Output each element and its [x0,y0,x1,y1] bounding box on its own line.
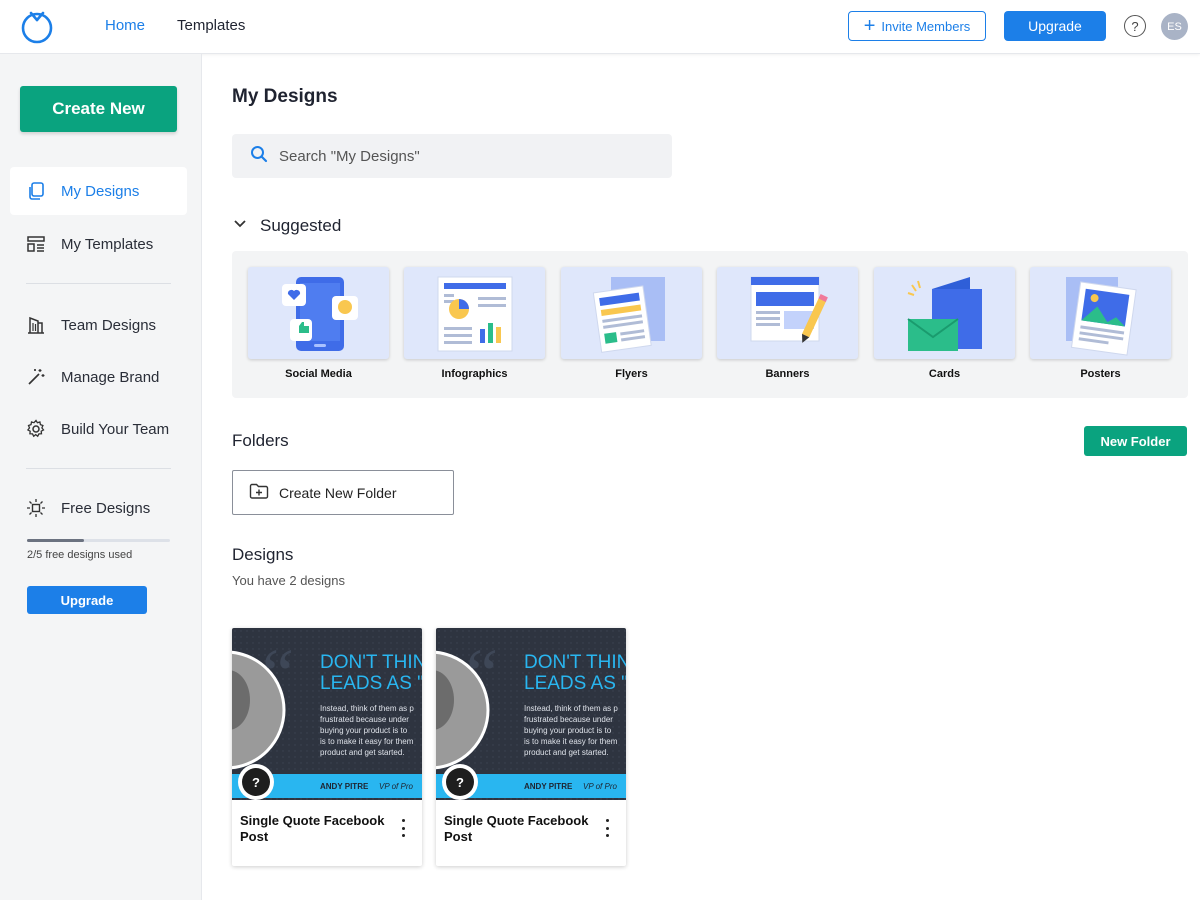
sidebar-item-free-designs[interactable]: Free Designs [10,484,187,532]
social-media-icon [248,267,389,359]
thumb-body: product and get started. [320,748,405,757]
top-bar: Home Templates + Invite Members Upgrade … [0,0,1200,54]
design-thumbnail: “ DON'T THINK O LEADS AS "LEA Instead, t… [436,628,626,800]
sidebar-item-my-designs[interactable]: My Designs [10,167,187,215]
thumb-headline: DON'T THINK O [320,652,422,673]
suggested-card-label: Social Media [285,368,352,380]
layout-icon [26,234,46,254]
suggested-panel: Social Media Infographics Flyers Banners… [232,251,1188,398]
thumb-body: Instead, think of them as p [320,704,414,713]
magic-wand-icon [26,367,46,387]
thumb-body: is to make it easy for them [524,737,618,746]
thumb-body: buying your product is to [524,726,612,735]
sun-icon [26,498,46,518]
thumb-role: VP of Pro [583,782,617,791]
help-icon[interactable]: ? [1124,15,1146,37]
suggested-card-label: Infographics [441,368,508,380]
thumb-body: Instead, think of them as p [524,704,618,713]
free-designs-progress [27,539,170,542]
create-new-folder-label: Create New Folder [279,484,397,501]
upgrade-button[interactable]: Upgrade [1004,11,1106,41]
suggested-card-cards[interactable]: Cards [874,267,1015,380]
free-designs-progress-fill [27,539,85,542]
infographics-icon [404,267,545,359]
page-title: My Designs [232,86,338,107]
thumb-headline: LEADS AS "LEA [524,673,626,694]
thumb-body: product and get started. [524,748,609,757]
thumb-body: frustrated because under [524,715,613,724]
nav-templates[interactable]: Templates [177,17,245,34]
svg-text:?: ? [252,775,260,790]
building-icon [26,315,46,335]
sidebar-item-build-your-team[interactable]: Build Your Team [10,405,187,453]
banners-icon [717,267,858,359]
nav-home[interactable]: Home [105,17,145,34]
sidebar-item-label: Team Designs [61,316,157,334]
suggested-card-label: Flyers [615,368,648,380]
svg-text:“: “ [466,634,498,714]
flyers-icon [561,267,702,359]
suggested-card-flyers[interactable]: Flyers [561,267,702,380]
sidebar: Create New My Designs My Templates Team … [0,54,202,900]
thumb-body: buying your product is to [320,726,408,735]
gear-icon [26,419,46,439]
copy-icon [26,181,46,201]
suggested-card-infographics[interactable]: Infographics [404,267,545,380]
suggested-heading: Suggested [260,215,342,235]
design-thumbnail: “ DON'T THINK O LEADS AS "LEA Instead, t… [232,628,422,800]
thumb-headline: LEADS AS "LEA [320,673,422,694]
search-input[interactable] [279,147,659,165]
plus-icon: + [863,15,876,37]
designs-count: You have 2 designs [232,573,346,588]
design-card[interactable]: “ DON'T THINK O LEADS AS "LEA Instead, t… [232,628,422,866]
invite-members-button[interactable]: + Invite Members [848,11,986,41]
invite-members-label: Invite Members [881,18,971,34]
search-icon [250,145,268,168]
suggested-card-social-media[interactable]: Social Media [248,267,389,380]
design-card[interactable]: “ DON'T THINK O LEADS AS "LEA Instead, t… [436,628,626,866]
suggested-card-label: Banners [765,368,810,380]
more-options-icon[interactable] [398,819,408,837]
app-logo-icon[interactable] [20,10,54,44]
sidebar-divider [26,283,171,284]
sidebar-item-manage-brand[interactable]: Manage Brand [10,353,187,401]
avatar[interactable]: ES [1161,13,1188,40]
thumb-body: is to make it easy for them [320,737,414,746]
design-card-title: Single Quote Facebook Post [240,813,385,844]
more-options-icon[interactable] [602,819,612,837]
svg-text:?: ? [456,775,464,790]
sidebar-item-label: My Templates [61,235,154,253]
sidebar-item-label: Build Your Team [61,420,170,438]
sidebar-upgrade-button[interactable]: Upgrade [27,586,147,614]
design-card-title: Single Quote Facebook Post [444,813,589,844]
suggested-card-label: Posters [1080,368,1121,380]
free-designs-progress-label: 2/5 free designs used [27,549,133,561]
thumb-author: ANDY PITRE [524,782,573,791]
folder-plus-icon [249,483,269,503]
search-bar [232,134,672,178]
thumb-author: ANDY PITRE [320,782,369,791]
create-new-folder-button[interactable]: Create New Folder [232,470,454,515]
thumb-role: VP of Pro [379,782,413,791]
sidebar-item-label: Free Designs [61,499,151,517]
posters-icon [1030,267,1171,359]
suggested-card-label: Cards [928,368,961,380]
chevron-down-icon [232,215,248,236]
suggested-toggle[interactable]: Suggested [232,215,341,236]
suggested-card-posters[interactable]: Posters [1030,267,1171,380]
cards-icon [874,267,1015,359]
thumb-body: frustrated because under [320,715,409,724]
sidebar-divider [26,468,171,469]
thumb-headline: DON'T THINK O [524,652,626,673]
new-folder-button[interactable]: New Folder [1084,426,1187,456]
sidebar-item-team-designs[interactable]: Team Designs [10,301,187,349]
create-new-button[interactable]: Create New [20,86,177,132]
designs-heading: Designs [232,545,294,564]
suggested-card-banners[interactable]: Banners [717,267,858,380]
sidebar-item-my-templates[interactable]: My Templates [10,220,187,268]
svg-text:“: “ [262,634,294,714]
sidebar-item-label: Manage Brand [61,368,160,386]
sidebar-item-label: My Designs [61,182,140,200]
folders-heading: Folders [232,431,289,450]
